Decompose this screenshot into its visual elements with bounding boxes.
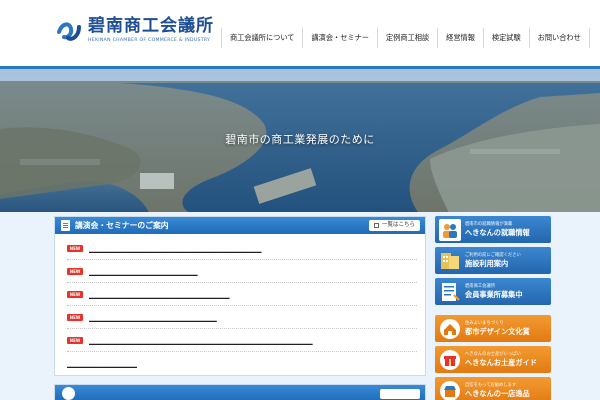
list-item-link[interactable]: ＿＿＿＿＿＿＿＿＿＿＿＿＿＿＿＿＿＿＿＿＿＿ <box>89 290 230 299</box>
site-title: 碧南商工会議所 <box>88 16 214 36</box>
banner-souvenir[interactable]: へきなんのお土産がいっぱい へきなんお土産ガイド <box>435 346 551 373</box>
view-all-button[interactable]: 一覧はこちら <box>368 220 420 231</box>
list-item-link[interactable]: ＿＿＿＿＿＿＿＿＿＿＿ <box>67 359 137 368</box>
sidebar-banners: 碧南市の就職情報が満載 へきなんの就職情報 ご利用の前にご確認ください 施設利用… <box>435 216 551 400</box>
list-icon <box>373 223 379 228</box>
document-icon <box>442 282 460 301</box>
list-item-link[interactable]: ＿＿＿＿＿＿＿＿＿＿＿＿＿＿＿＿＿＿＿＿＿＿＿＿＿＿＿＿＿＿＿＿＿＿＿ <box>89 336 313 345</box>
list-item[interactable]: NEW ＿＿＿＿＿＿＿＿＿＿＿＿＿＿＿＿＿＿＿＿＿＿＿＿＿＿＿＿＿＿＿＿＿＿＿ <box>67 329 417 352</box>
banner-membership-title: 会員事業所募集中 <box>465 290 523 299</box>
view-all-label: 一覧はこちら <box>381 222 415 228</box>
hero-caption: 碧南市の商工業発展のために <box>225 133 375 146</box>
list-item[interactable]: NEW ＿＿＿＿＿＿＿＿＿＿＿＿＿＿＿＿＿ <box>67 260 417 283</box>
nav-consultation[interactable]: 定例商工相談 <box>377 28 437 48</box>
list-item[interactable]: ＿＿＿＿＿＿＿＿＿＿＿ <box>67 352 417 375</box>
nav-business-info[interactable]: 経営情報 <box>437 28 483 48</box>
banner-souvenir-title: へきなんお土産ガイド <box>465 358 537 367</box>
hero-banner: 碧南市の商工業発展のために <box>0 66 600 212</box>
banner-souvenir-sub: へきなんのお土産がいっぱい <box>465 352 521 357</box>
banner-facility-sub: ご利用の前にご確認ください <box>465 253 521 258</box>
list-item-link[interactable]: ＿＿＿＿＿＿＿＿＿＿＿＿＿＿＿＿＿＿＿＿＿＿＿＿＿＿＿ <box>89 244 262 253</box>
banner-jobs[interactable]: 碧南市の就職情報が満載 へきなんの就職情報 <box>435 216 551 243</box>
new-badge: NEW <box>67 267 83 275</box>
banner-jobs-sub: 碧南市の就職情報が満載 <box>465 222 513 227</box>
main-content: 講演会・セミナーのご案内 一覧はこちら NEW ＿＿＿＿＿＿＿＿＿＿＿＿＿＿＿＿… <box>54 216 426 400</box>
nav-about[interactable]: 商工会議所について <box>221 28 302 48</box>
second-view-all-button[interactable] <box>380 389 420 399</box>
banner-urban-design-sub: 住みよいまちづくり <box>465 321 504 326</box>
seminar-panel-title: 講演会・セミナーのご案内 <box>75 221 169 230</box>
banner-urban-design-title: 都市デザイン文化賞 <box>465 327 530 336</box>
banner-one-shop-title: へきなんの一店逸品 <box>465 389 530 398</box>
new-badge: NEW <box>67 336 83 344</box>
site-subtitle: HEKINAN CHAMBER OF COMMERCE & INDUSTRY <box>88 38 211 43</box>
new-badge: NEW <box>67 313 83 321</box>
banner-jobs-title: へきなんの就職情報 <box>465 228 530 237</box>
house-icon <box>440 318 460 339</box>
building-icon <box>441 252 459 269</box>
site-header: 碧南商工会議所 HEKINAN CHAMBER OF COMMERCE & IN… <box>0 0 600 66</box>
list-item[interactable]: NEW ＿＿＿＿＿＿＿＿＿＿＿＿＿＿＿＿＿＿＿＿ <box>67 306 417 329</box>
second-panel-header <box>54 384 426 400</box>
seminar-list: NEW ＿＿＿＿＿＿＿＿＿＿＿＿＿＿＿＿＿＿＿＿＿＿＿＿＿＿＿ NEW ＿＿＿＿… <box>55 234 425 375</box>
list-item[interactable]: NEW ＿＿＿＿＿＿＿＿＿＿＿＿＿＿＿＿＿＿＿＿＿＿ <box>67 283 417 306</box>
document-icon <box>61 220 70 231</box>
nav-exams[interactable]: 検定試験 <box>482 28 529 48</box>
shop-icon <box>440 380 460 400</box>
people-icon <box>439 218 461 241</box>
circle-icon <box>62 387 75 400</box>
new-badge: NEW <box>67 290 83 298</box>
banner-one-shop[interactable]: 自信をもってお勧めします へきなんの一店逸品 <box>435 377 551 400</box>
logo-mark-icon <box>57 22 81 41</box>
seminar-panel-header: 講演会・セミナーのご案内 一覧はこちら <box>55 217 425 234</box>
new-badge: NEW <box>67 244 83 252</box>
gift-icon <box>440 349 460 370</box>
nav-contact[interactable]: お問い合わせ <box>528 28 590 48</box>
banner-facility[interactable]: ご利用の前にご確認ください 施設利用案内 <box>435 247 551 274</box>
banner-membership-sub: 碧南商工会議所 <box>465 284 496 289</box>
list-item-link[interactable]: ＿＿＿＿＿＿＿＿＿＿＿＿＿＿＿＿＿＿＿＿ <box>89 313 217 322</box>
banner-membership[interactable]: 碧南商工会議所 会員事業所募集中 <box>435 278 551 305</box>
nav-seminar[interactable]: 講演会・セミナー <box>302 28 377 48</box>
seminar-panel: 講演会・セミナーのご案内 一覧はこちら NEW ＿＿＿＿＿＿＿＿＿＿＿＿＿＿＿＿… <box>54 216 426 376</box>
banner-urban-design[interactable]: 住みよいまちづくり 都市デザイン文化賞 <box>435 315 551 342</box>
list-item[interactable]: NEW ＿＿＿＿＿＿＿＿＿＿＿＿＿＿＿＿＿＿＿＿＿＿＿＿＿＿＿ <box>67 237 417 260</box>
list-item-link[interactable]: ＿＿＿＿＿＿＿＿＿＿＿＿＿＿＿＿＿ <box>89 267 198 276</box>
banner-facility-title: 施設利用案内 <box>465 259 509 268</box>
site-logo[interactable]: 碧南商工会議所 HEKINAN CHAMBER OF COMMERCE & IN… <box>56 16 214 44</box>
banner-one-shop-sub: 自信をもってお勧めします <box>465 383 517 388</box>
global-nav: 商工会議所について 講演会・セミナー 定例商工相談 経営情報 検定試験 お問い合… <box>221 28 590 48</box>
